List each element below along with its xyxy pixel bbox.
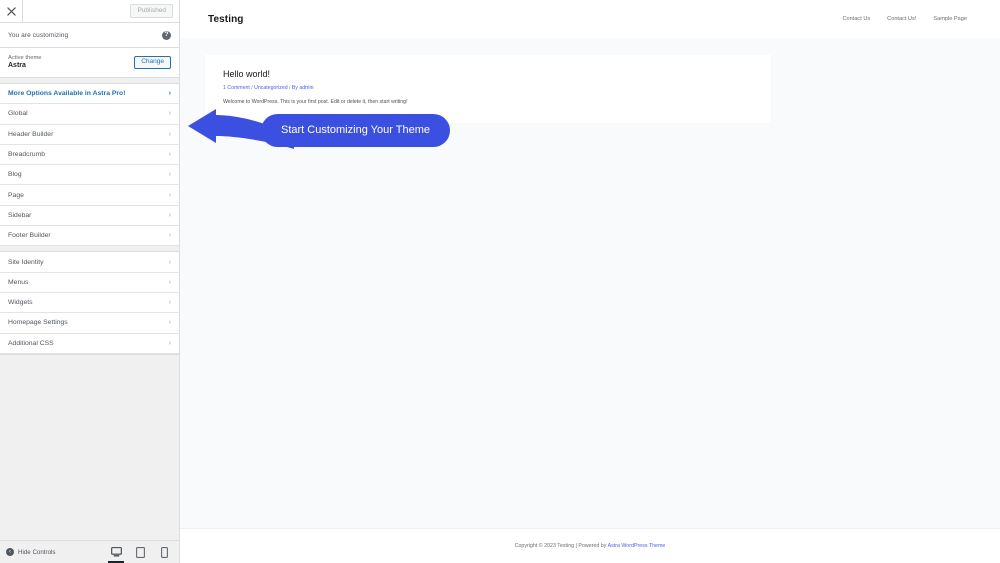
nav-link-contact-us[interactable]: Contact Us! (887, 16, 916, 22)
sidebar-bottom-bar: ‹ Hide Controls (0, 540, 179, 563)
sidebar-item-label: Homepage Settings (8, 319, 68, 327)
hide-controls-label: Hide Controls (18, 548, 56, 556)
site-navigation: Contact Us Contact Us! Sample Page (843, 16, 968, 22)
post-author-link[interactable]: By admin (292, 85, 314, 91)
chevron-right-icon: › (168, 319, 171, 327)
sidebar-item-breadcrumb[interactable]: Breadcrumb › (0, 144, 179, 166)
collapse-icon: ‹ (6, 548, 14, 556)
sidebar-empty-space (0, 353, 179, 540)
hide-controls-button[interactable]: ‹ Hide Controls (6, 548, 56, 556)
sidebar-item-widgets[interactable]: Widgets › (0, 292, 179, 314)
mobile-preview-icon[interactable] (158, 545, 170, 559)
sidebar-item-more-options-available-in-astra-pro[interactable]: More Options Available in Astra Pro! › (0, 84, 179, 105)
nav-link-sample-page[interactable]: Sample Page (933, 16, 967, 22)
sidebar-item-label: Widgets (8, 299, 33, 307)
publish-button[interactable]: Published (130, 4, 173, 18)
sidebar-item-label: Footer Builder (8, 232, 51, 240)
sidebar-item-page[interactable]: Page › (0, 185, 179, 206)
chevron-right-icon: › (168, 110, 171, 118)
sidebar-item-footer-builder[interactable]: Footer Builder › (0, 226, 179, 247)
sidebar-item-global[interactable]: Global › (0, 104, 179, 125)
customizing-bar: You are customizing ? (0, 23, 179, 48)
device-preview-switcher (108, 545, 170, 563)
sidebar-item-header-builder[interactable]: Header Builder › (0, 124, 179, 145)
chevron-right-icon: › (168, 191, 171, 199)
active-theme-section: Active theme Astra Change (0, 48, 179, 78)
post-meta: 1 Comment / Uncategorized / By admin (223, 85, 753, 91)
sidebar-item-menus[interactable]: Menus › (0, 272, 179, 293)
sidebar-item-homepage-settings[interactable]: Homepage Settings › (0, 313, 179, 334)
chevron-right-icon: › (168, 151, 171, 159)
change-theme-button[interactable]: Change (134, 55, 171, 70)
sidebar-item-additional-css[interactable]: Additional CSS › (0, 333, 179, 354)
help-icon[interactable]: ? (162, 30, 171, 40)
customizer-screen: Published You are customizing ? Active t… (0, 0, 1000, 563)
sidebar-item-label: Blog (8, 171, 22, 179)
sidebar-item-site-identity[interactable]: Site Identity › (0, 252, 179, 273)
sidebar-item-blog[interactable]: Blog › (0, 165, 179, 186)
post-excerpt: Welcome to WordPress. This is your first… (223, 99, 408, 105)
site-footer: Copyright © 2023 Testing | Powered by As… (180, 528, 1000, 563)
sidebar-item-label: Page (8, 191, 24, 199)
active-theme-name: Astra (8, 61, 26, 69)
sidebar-item-sidebar[interactable]: Sidebar › (0, 205, 179, 227)
sidebar-item-label: Global (8, 110, 28, 118)
close-icon[interactable] (0, 0, 23, 22)
panel-list-primary: More Options Available in Astra Pro! › Glo… (0, 84, 179, 247)
post-category-link[interactable]: Uncategorized (254, 85, 287, 91)
sidebar-item-label: Site Identity (8, 258, 44, 266)
sidebar-item-label: Additional CSS (8, 339, 54, 347)
customizing-label: You are customizing (8, 31, 69, 39)
chevron-right-icon: › (168, 299, 171, 307)
customizer-sidebar: Published You are customizing ? Active t… (0, 0, 180, 563)
tablet-preview-icon[interactable] (134, 545, 146, 559)
sidebar-item-label: Header Builder (8, 130, 54, 138)
post-title[interactable]: Hello world! (223, 69, 753, 79)
preview-content: Hello world! 1 Comment / Uncategorized /… (180, 38, 1000, 123)
site-header: Testing Contact Us Contact Us! Sample Page (180, 0, 1000, 38)
nav-link-contact-us[interactable]: Contact Us (843, 16, 871, 22)
sidebar-item-label: More Options Available in Astra Pro! (8, 90, 126, 98)
chevron-right-icon: › (168, 339, 171, 347)
site-preview: Testing Contact Us Contact Us! Sample Page… (180, 0, 1000, 563)
desktop-preview-icon[interactable] (108, 545, 124, 563)
footer-theme-link[interactable]: Astra WordPress Theme (608, 543, 666, 549)
panel-list-secondary: Site Identity › Menus › Widgets › Homepage Set… (0, 252, 179, 354)
chevron-right-icon: › (168, 171, 171, 179)
start-customizing-button[interactable]: Start Customizing Your Theme (261, 114, 450, 147)
chevron-right-icon: › (168, 258, 171, 266)
chevron-right-icon: › (168, 130, 171, 138)
chevron-right-icon: › (168, 278, 171, 286)
footer-copyright-text: Copyright © 2023 Testing | Powered by (514, 543, 608, 549)
active-theme-label: Active theme (8, 54, 42, 61)
sidebar-item-label: Menus (8, 278, 29, 286)
post-comment-link[interactable]: 1 Comment (223, 85, 250, 91)
chevron-right-icon: › (168, 211, 171, 219)
post-card: Hello world! 1 Comment / Uncategorized /… (205, 55, 771, 123)
sidebar-item-label: Sidebar (8, 211, 32, 219)
sidebar-topbar: Published (0, 0, 179, 23)
chevron-right-icon: › (168, 232, 171, 240)
sidebar-item-label: Breadcrumb (8, 151, 46, 159)
footer-copyright: Copyright © 2023 Testing | Powered by As… (515, 543, 666, 549)
chevron-right-icon: › (168, 90, 171, 98)
site-title[interactable]: Testing (208, 14, 244, 25)
